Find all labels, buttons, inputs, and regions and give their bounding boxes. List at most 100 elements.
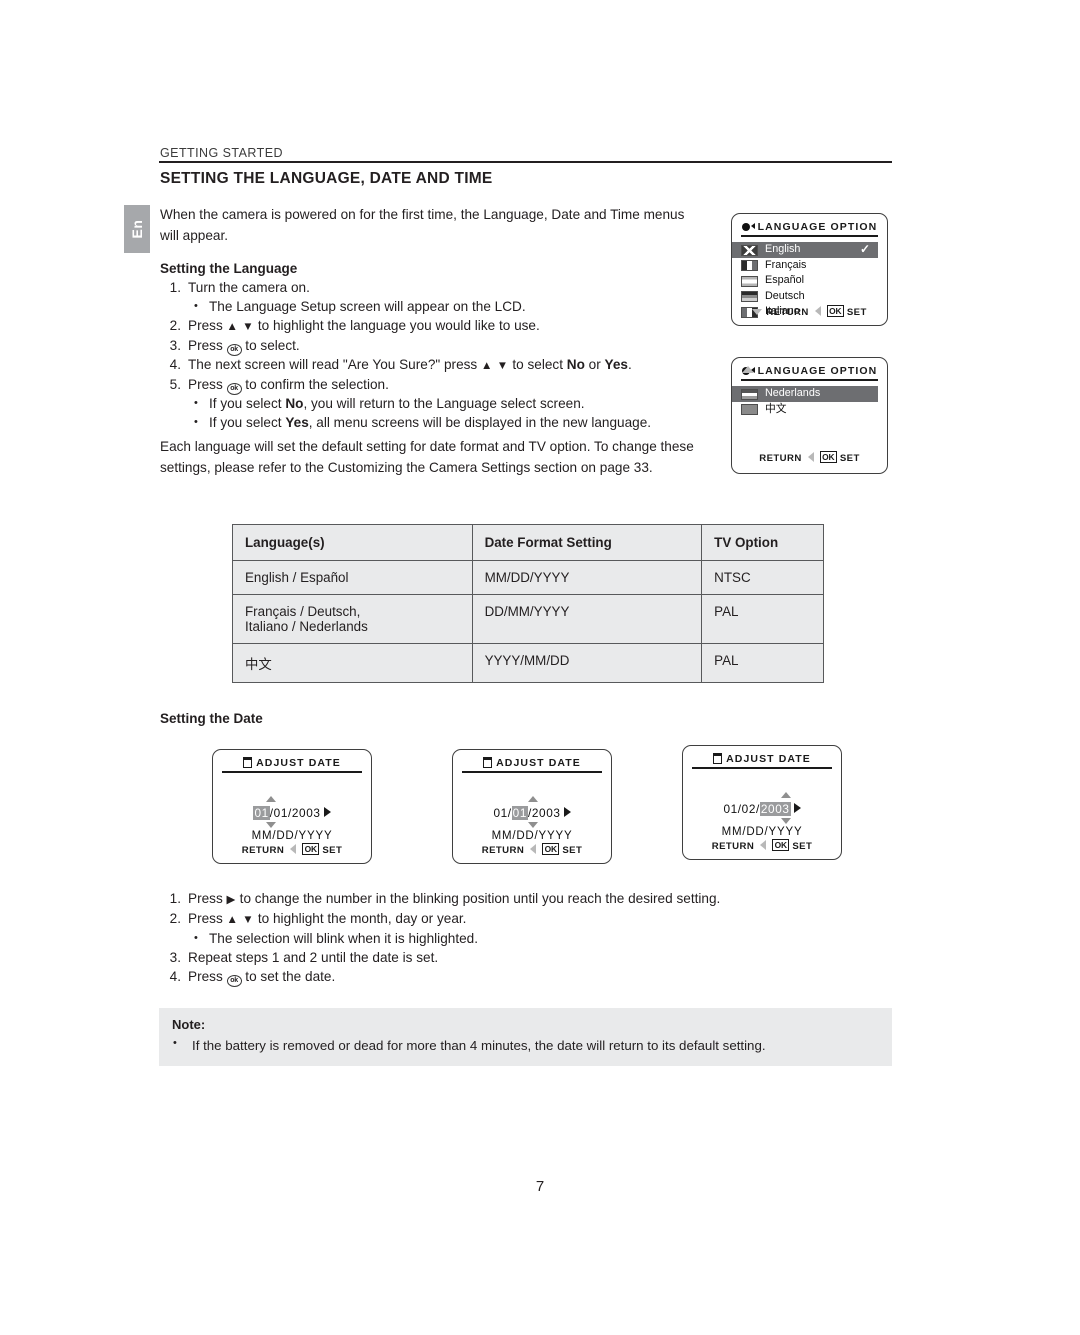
cell-date-format: MM/DD/YYYY [471, 560, 703, 595]
right-arrow-icon[interactable] [323, 807, 331, 817]
lcd-language-label: Français [765, 258, 807, 271]
step-text: Press ok to select. [188, 338, 300, 356]
table-header-row: Language(s) Date Format Setting TV Optio… [232, 524, 824, 561]
lcd-language-item[interactable]: Français [741, 258, 887, 274]
cell-line: English / Español [245, 570, 349, 585]
note-body: If the battery is removed or dead for mo… [173, 1037, 766, 1053]
lcd-set-label: SET [792, 841, 813, 852]
step-text: Repeat steps 1 and 2 until the date is s… [188, 949, 439, 965]
lcd-date-value[interactable]: 01/01/2003 [213, 806, 371, 820]
step-number: 4. [169, 357, 181, 373]
step-text: Press ▶ to change the number in the blin… [188, 891, 721, 906]
down-caret-icon[interactable] [266, 822, 277, 828]
step-item: 2. Press ▲ ▼ to highlight the month, day … [160, 910, 840, 948]
ok-button-icon: ok [226, 974, 242, 987]
lcd-set-label: SET [562, 845, 583, 856]
section-heading-language: Setting the Language [160, 261, 298, 276]
lcd-set-label: SET [322, 845, 343, 856]
lcd1-footer: RETURN OK SET [732, 305, 887, 318]
lcd-date-value[interactable]: 01/02/2003 [683, 802, 841, 816]
step-text: Press ok to set the date. [188, 969, 335, 987]
spain-flag-icon [741, 275, 758, 287]
lcd-language-item[interactable]: 中文 [741, 402, 887, 418]
date-part-year[interactable]: 2003 [292, 806, 321, 820]
lcd-date-format-label: MM/DD/YYYY [491, 830, 573, 842]
lcd-language-label: Deutsch [765, 289, 805, 302]
lcd-title-rule [462, 771, 602, 773]
step-number: 5. [169, 377, 181, 393]
ok-button-icon: OK [302, 843, 320, 855]
up-caret-icon[interactable] [528, 796, 538, 802]
date-part-day[interactable]: 01 [511, 806, 528, 820]
cell-languages: English / Español [232, 560, 473, 595]
date-part-month[interactable]: 01 [253, 806, 270, 820]
lcd-adjust-date-title: ADJUST DATE [496, 757, 581, 769]
step-item: 2. Press ▲ ▼ to highlight the language yo… [160, 317, 705, 337]
lcd-date-value[interactable]: 01/01/2003 [453, 806, 611, 820]
lcd1-title: LANGUAGE OPTION [757, 221, 878, 233]
lcd2-language-list: Nederlands 中文 [732, 377, 887, 417]
date-part-year[interactable]: 2003 [532, 806, 561, 820]
step-text: Press ▲ ▼ to highlight the language you … [188, 317, 540, 333]
cell-line: 中文 [245, 657, 272, 672]
language-edge-tab: En [124, 205, 150, 253]
cell-date-format: YYYY/MM/DD [471, 643, 703, 683]
ok-button-icon: ok [226, 343, 242, 356]
language-steps-list: 1. Turn the camera on. The Language Setup … [160, 279, 705, 433]
date-part-month[interactable]: 01 [723, 802, 737, 816]
calendar-page-icon [243, 757, 253, 768]
lcd1-title-rule [741, 235, 878, 237]
step-item: 1. Turn the camera on. The Language Setup … [160, 279, 705, 316]
date-part-year[interactable]: 2003 [759, 802, 791, 816]
lcd1-set-label: SET [846, 307, 867, 318]
calendar-page-icon [713, 753, 723, 764]
lcd2-title-rule [741, 379, 878, 381]
netherlands-flag-icon [741, 388, 758, 400]
lcd-return-label: RETURN [711, 841, 755, 852]
ok-button-icon: OK [826, 305, 844, 317]
step-number: 1. [169, 280, 181, 295]
step-number: 2. [169, 911, 181, 927]
lcd-language-item[interactable]: English ✓ [732, 242, 878, 258]
down-caret-icon[interactable] [781, 818, 792, 824]
step-number: 1. [169, 891, 181, 906]
down-caret-icon[interactable] [528, 822, 538, 828]
col-header-tv-option: TV Option [701, 524, 824, 561]
lcd-language-item[interactable]: Nederlands [732, 386, 878, 402]
cell-tv-option: NTSC [701, 560, 824, 595]
col-header-date-format: Date Format Setting [471, 524, 703, 561]
manual-page: GETTING STARTED SETTING THE LANGUAGE, DA… [0, 0, 1080, 1335]
table-row: Français / Deutsch, Italiano / Nederlands… [232, 594, 824, 644]
date-part-day[interactable]: 01 [274, 806, 288, 820]
date-part-month[interactable]: 01 [493, 806, 507, 820]
up-caret-icon[interactable] [781, 792, 792, 798]
cell-line: Français / Deutsch, [245, 604, 361, 619]
step-sub-item: If you select Yes, all menu screens will… [188, 413, 705, 433]
table-row: 中文 YYYY/MM/DD PAL [232, 643, 824, 683]
lcd-adjust-date-title: ADJUST DATE [726, 753, 811, 765]
lcd-language-item[interactable]: Español [741, 273, 887, 289]
breadcrumb: GETTING STARTED [160, 146, 283, 160]
intro-paragraph: When the camera is powered on for the fi… [160, 207, 685, 243]
lcd-return-label: RETURN [481, 845, 525, 856]
step-item: 3. Press ok to select. [160, 337, 705, 356]
step-sub-list: If you select No, you will return to the… [188, 394, 705, 433]
lcd-language-label: 中文 [765, 402, 787, 415]
cell-languages: 中文 [232, 643, 473, 683]
france-flag-icon [741, 260, 758, 271]
page-number: 7 [535, 1178, 545, 1195]
lcd-adjust-date-screen-1: ADJUST DATE 01/01/2003 MM/DD/YYYY RETURN OK S… [212, 749, 372, 864]
lcd2-footer: RETURN OK SET [732, 451, 887, 464]
left-arrow-icon [290, 844, 297, 854]
lcd-adjust-date-screen-3: ADJUST DATE 01/02/2003 MM/DD/YYYY RETURN OK S… [682, 745, 842, 860]
date-part-day[interactable]: 02 [742, 802, 756, 816]
cell-languages: Français / Deutsch, Italiano / Nederlands [232, 594, 473, 644]
calendar-page-icon [483, 757, 493, 768]
lcd-language-item[interactable]: Deutsch [741, 289, 887, 305]
cell-tv-option: PAL [701, 594, 824, 644]
right-arrow-icon[interactable] [793, 803, 801, 813]
language-defaults-table: Language(s) Date Format Setting TV Optio… [232, 524, 824, 683]
right-arrow-icon[interactable] [563, 807, 571, 817]
up-caret-icon[interactable] [266, 796, 277, 802]
lcd-language-label: English [765, 243, 801, 255]
